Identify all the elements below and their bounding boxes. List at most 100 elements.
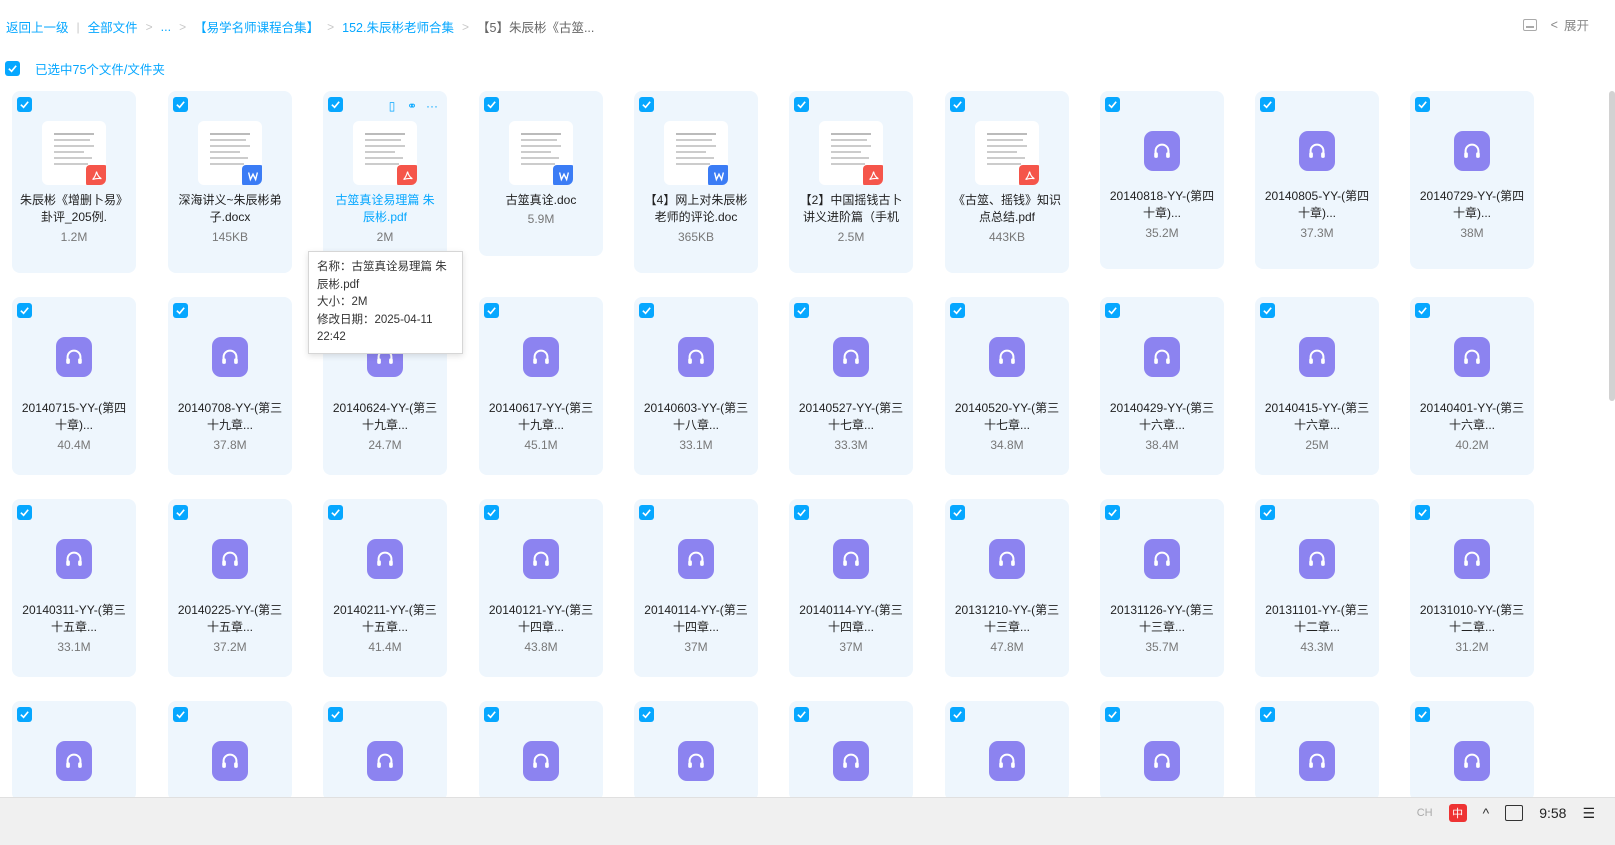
file-checkbox[interactable] xyxy=(794,505,809,520)
file-checkbox[interactable] xyxy=(173,707,188,722)
file-checkbox[interactable] xyxy=(639,303,654,318)
file-checkbox[interactable] xyxy=(950,505,965,520)
breadcrumb-all-files[interactable]: 全部文件 xyxy=(88,17,138,36)
file-checkbox[interactable] xyxy=(1105,505,1120,520)
audio-file-tile[interactable]: 20131101-YY-(第三十二章... 43.3M xyxy=(1255,499,1379,677)
file-checkbox[interactable] xyxy=(484,707,499,722)
file-checkbox[interactable] xyxy=(639,505,654,520)
selection-bar: 已选中75个文件/文件夹 xyxy=(5,59,165,78)
audio-file-tile[interactable]: 20140429-YY-(第三十六章... 38.4M xyxy=(1100,297,1224,475)
audio-file-tile[interactable]: 20140527-YY-(第三十七章... 33.3M xyxy=(789,297,913,475)
audio-file-tile[interactable] xyxy=(168,701,292,801)
document-file-tile[interactable]: 深海讲义~朱辰彬弟子.docx 145KB xyxy=(168,91,292,273)
file-checkbox[interactable] xyxy=(1260,97,1275,112)
audio-file-tile[interactable]: 20140311-YY-(第三十五章... 33.1M xyxy=(12,499,136,677)
headphones-icon xyxy=(222,551,238,566)
breadcrumb-folder-2[interactable]: 152.朱辰彬老师合集 xyxy=(342,17,454,36)
network-icon[interactable] xyxy=(1505,805,1524,821)
language-indicator[interactable]: CH xyxy=(1417,807,1433,819)
file-name: 20131010-YY-(第三十二章... xyxy=(1419,603,1525,634)
file-checkbox[interactable] xyxy=(1415,97,1430,112)
file-checkbox[interactable] xyxy=(794,707,809,722)
audio-file-tile[interactable] xyxy=(12,701,136,801)
document-file-tile[interactable]: 【4】网上对朱辰彬老师的评论.doc 365KB xyxy=(634,91,758,273)
share-icon[interactable]: ⚭ xyxy=(405,99,419,113)
audio-file-tile[interactable]: 20140818-YY-(第四十章)... 35.2M xyxy=(1100,91,1224,269)
clock[interactable]: 9:58 xyxy=(1539,805,1566,821)
file-checkbox[interactable] xyxy=(639,707,654,722)
file-checkbox[interactable] xyxy=(1105,707,1120,722)
file-checkbox[interactable] xyxy=(639,97,654,112)
chevron-up-icon[interactable]: ^ xyxy=(1483,805,1490,821)
breadcrumb-ellipsis[interactable]: ... xyxy=(161,20,171,34)
audio-file-tile[interactable] xyxy=(1410,701,1534,801)
audio-file-tile[interactable] xyxy=(945,701,1069,801)
audio-file-tile[interactable] xyxy=(1100,701,1224,801)
back-link[interactable]: 返回上一级 xyxy=(6,17,69,36)
audio-file-tile[interactable]: 20140715-YY-(第四十章)... 40.4M xyxy=(12,297,136,475)
document-file-tile[interactable]: 古筮真诠.doc 5.9M xyxy=(479,91,603,256)
document-file-tile[interactable]: 古筮真诠易理篇 朱辰彬.pdf 2M ▯ ⚭ ··· xyxy=(323,91,447,273)
notification-icon[interactable]: ☰ xyxy=(1582,805,1595,822)
audio-file-tile[interactable]: 20140121-YY-(第三十四章... 43.8M xyxy=(479,499,603,677)
file-checkbox[interactable] xyxy=(1105,303,1120,318)
file-checkbox[interactable] xyxy=(173,303,188,318)
audio-file-tile[interactable]: 20140225-YY-(第三十五章... 37.2M xyxy=(168,499,292,677)
audio-file-tile[interactable]: 20140729-YY-(第四十章)... 38M xyxy=(1410,91,1534,269)
file-checkbox[interactable] xyxy=(1260,505,1275,520)
audio-file-tile[interactable]: 20140617-YY-(第三十九章... 45.1M xyxy=(479,297,603,475)
audio-file-tile[interactable]: 20140520-YY-(第三十七章... 34.8M xyxy=(945,297,1069,475)
file-checkbox[interactable] xyxy=(794,303,809,318)
file-checkbox[interactable] xyxy=(1260,303,1275,318)
file-checkbox[interactable] xyxy=(17,303,32,318)
breadcrumb-folder-1[interactable]: 【易学名师课程合集】 xyxy=(194,17,319,36)
file-checkbox[interactable] xyxy=(1415,505,1430,520)
file-checkbox[interactable] xyxy=(484,303,499,318)
document-file-tile[interactable]: 《古筮、摇钱》知识点总结.pdf 443KB xyxy=(945,91,1069,273)
audio-file-tile[interactable]: 20140415-YY-(第三十六章... 25M xyxy=(1255,297,1379,475)
audio-file-tile[interactable]: 20140708-YY-(第三十九章... 37.8M xyxy=(168,297,292,475)
audio-file-tile[interactable]: 20140114-YY-(第三十四章... 37M xyxy=(634,499,758,677)
document-file-tile[interactable]: 【2】中国摇钱古卜讲义进阶篇（手机 2.5M xyxy=(789,91,913,273)
file-checkbox[interactable] xyxy=(1415,303,1430,318)
audio-file-tile[interactable] xyxy=(323,701,447,801)
audio-file-tile[interactable]: 20140114-YY-(第三十四章... 37M xyxy=(789,499,913,677)
phone-icon[interactable]: ▯ xyxy=(385,99,399,113)
file-checkbox[interactable] xyxy=(484,505,499,520)
file-checkbox[interactable] xyxy=(484,97,499,112)
audio-file-tile[interactable]: 20140401-YY-(第三十六章... 40.2M xyxy=(1410,297,1534,475)
file-checkbox[interactable] xyxy=(950,303,965,318)
audio-file-tile[interactable] xyxy=(789,701,913,801)
audio-file-tile[interactable]: 20131126-YY-(第三十三章... 35.7M xyxy=(1100,499,1224,677)
file-checkbox[interactable] xyxy=(173,505,188,520)
audio-file-tile[interactable] xyxy=(634,701,758,801)
audio-file-tile[interactable]: 20140805-YY-(第四十章)... 37.3M xyxy=(1255,91,1379,269)
audio-file-tile[interactable] xyxy=(1255,701,1379,801)
select-all-checkbox[interactable] xyxy=(5,61,20,76)
file-checkbox[interactable] xyxy=(328,97,343,112)
file-checkbox[interactable] xyxy=(1260,707,1275,722)
file-checkbox[interactable] xyxy=(17,97,32,112)
audio-file-tile[interactable]: 20131210-YY-(第三十三章... 47.8M xyxy=(945,499,1069,677)
panel-toggle-icon[interactable] xyxy=(1522,18,1537,31)
file-checkbox[interactable] xyxy=(328,707,343,722)
file-checkbox[interactable] xyxy=(328,505,343,520)
file-checkbox[interactable] xyxy=(950,707,965,722)
audio-file-tile[interactable] xyxy=(479,701,603,801)
audio-file-tile[interactable]: 20140211-YY-(第三十五章... 41.4M xyxy=(323,499,447,677)
audio-file-icon xyxy=(1299,741,1335,781)
scrollbar[interactable] xyxy=(1609,91,1615,401)
audio-file-tile[interactable]: 20131010-YY-(第三十二章... 31.2M xyxy=(1410,499,1534,677)
document-file-tile[interactable]: 朱辰彬《增删卜易》卦评_205例. 1.2M xyxy=(12,91,136,273)
file-checkbox[interactable] xyxy=(17,707,32,722)
file-checkbox[interactable] xyxy=(173,97,188,112)
file-checkbox[interactable] xyxy=(17,505,32,520)
file-checkbox[interactable] xyxy=(1105,97,1120,112)
expand-button[interactable]: < 展开 xyxy=(1551,15,1589,34)
ime-icon[interactable]: 中 xyxy=(1448,804,1467,822)
audio-file-tile[interactable]: 20140603-YY-(第三十八章... 33.1M xyxy=(634,297,758,475)
more-icon[interactable]: ··· xyxy=(425,99,439,113)
file-checkbox[interactable] xyxy=(1415,707,1430,722)
file-checkbox[interactable] xyxy=(794,97,809,112)
file-checkbox[interactable] xyxy=(950,97,965,112)
